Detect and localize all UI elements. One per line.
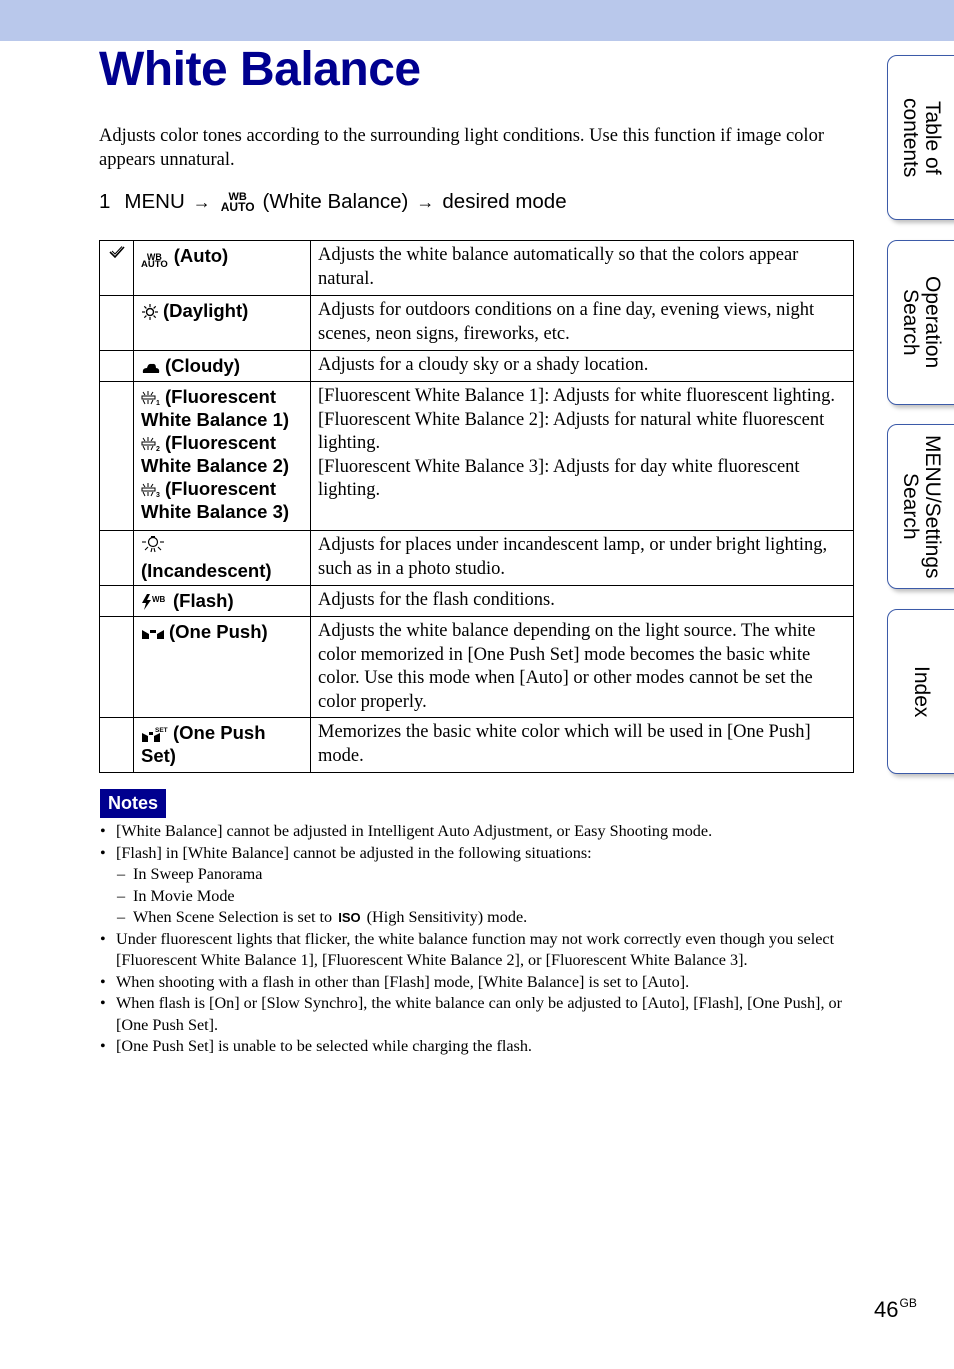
white-balance-label: (White Balance) — [262, 190, 409, 213]
fluorescent-3-icon: 3 — [141, 483, 160, 498]
tab-label: MENU/Settings Search — [899, 434, 944, 579]
note-item: [White Balance] cannot be adjusted in In… — [99, 821, 859, 843]
daylight-icon — [142, 304, 158, 321]
fluorescent-2-icon: 2 — [141, 437, 160, 452]
mode-description: Memorizes the basic white color which wi… — [310, 717, 854, 773]
cloudy-icon — [142, 363, 160, 374]
high-sensitivity-iso-icon: ISO — [338, 910, 361, 925]
mode-name-cell: (Incandescent) — [133, 530, 311, 586]
menu-step: 1 MENU → WB AUTO (White Balance) → desir… — [99, 188, 567, 216]
sub-note-item: In Sweep Panorama — [99, 864, 859, 886]
mode-label: (Flash) — [173, 590, 234, 611]
step-number: 1 — [99, 190, 111, 213]
mode-label: (One Push) — [169, 621, 268, 642]
fluorescent-2-entry: 2 (Fluorescent White Balance 2) — [141, 431, 304, 477]
table-row: WB AUTO (Auto) Adjusts the white balance… — [99, 240, 854, 296]
table-row: (Incandescent) Adjusts for places under … — [99, 530, 854, 586]
tab-label: Operation Search — [899, 276, 944, 369]
mode-name-cell: (Cloudy) — [133, 350, 311, 382]
mode-description: Adjusts the white balance automatically … — [310, 240, 854, 296]
mode-label: (Cloudy) — [165, 355, 241, 376]
mode-label: (Fluorescent White Balance 1) — [141, 386, 290, 430]
table-row: (Daylight) Adjusts for outdoors conditio… — [99, 295, 854, 351]
page-title: White Balance — [99, 43, 421, 96]
mode-name-cell: WB AUTO (Auto) — [133, 240, 311, 296]
arrow-right-icon: → — [192, 192, 211, 212]
table-row: (Cloudy) Adjusts for a cloudy sky or a s… — [99, 350, 854, 382]
mode-description: Adjusts for a cloudy sky or a shady loca… — [310, 350, 854, 382]
svg-text:2: 2 — [156, 446, 160, 452]
fluorescent-3-entry: 3 (Fluorescent White Balance 3) — [141, 477, 304, 523]
white-balance-modes-table: WB AUTO (Auto) Adjusts the white balance… — [99, 240, 854, 773]
tab-label: Index — [910, 665, 933, 718]
svg-text:3: 3 — [156, 492, 160, 498]
wb-auto-icon: WB AUTO — [141, 252, 168, 270]
note-item: [One Push Set] is unable to be selected … — [99, 1036, 859, 1058]
notes-badge: Notes — [100, 789, 166, 818]
note-item: When shooting with a flash in other than… — [99, 972, 859, 994]
mode-name-cell: 1 (Fluorescent White Balance 1) 2 (Fluor… — [133, 381, 311, 531]
tab-index[interactable]: Index — [887, 609, 954, 774]
mode-name-cell: WB (Flash) — [133, 585, 311, 617]
flash-wb-icon: WB — [142, 594, 166, 611]
tab-table-of-contents[interactable]: Table of contents — [887, 55, 954, 220]
tab-label: Table of contents — [899, 97, 944, 178]
tab-menu-settings-search[interactable]: MENU/Settings Search — [887, 424, 954, 589]
table-row: (One Push) Adjusts the white balance dep… — [99, 616, 854, 718]
svg-text:WB: WB — [152, 595, 166, 604]
wb-auto-icon: WB AUTO — [220, 191, 255, 214]
mode-name-cell: (Daylight) — [133, 295, 311, 351]
mode-description: [Fluorescent White Balance 1]: Adjusts f… — [310, 381, 854, 531]
svg-text:SET: SET — [155, 727, 168, 734]
table-row: 1 (Fluorescent White Balance 1) 2 (Fluor… — [99, 381, 854, 531]
mode-label: (Daylight) — [163, 300, 249, 321]
arrow-right-icon: → — [416, 192, 435, 212]
header-band — [0, 0, 954, 41]
fluorescent-1-icon: 1 — [141, 391, 160, 406]
desired-mode-label: desired mode — [442, 190, 567, 213]
mode-label: (Auto) — [173, 245, 229, 266]
mode-label: (Incandescent) — [141, 560, 272, 581]
one-push-icon — [142, 630, 164, 640]
svg-text:1: 1 — [156, 400, 160, 406]
incandescent-icon — [142, 536, 164, 553]
one-push-set-icon: SET — [142, 727, 168, 743]
sub-note-item: In Movie Mode — [99, 886, 859, 908]
mode-description: Adjusts the white balance depending on t… — [310, 616, 854, 718]
note-item: Under fluorescent lights that flicker, t… — [99, 929, 859, 972]
table-row: WB (Flash) Adjusts for the flash conditi… — [99, 585, 854, 617]
intro-text: Adjusts color tones according to the sur… — [99, 126, 824, 170]
menu-label: MENU — [124, 190, 185, 213]
fluorescent-1-entry: 1 (Fluorescent White Balance 1) — [141, 385, 304, 431]
note-item: When flash is [On] or [Slow Synchro], th… — [99, 993, 859, 1036]
tab-operation-search[interactable]: Operation Search — [887, 240, 954, 405]
table-row: SET (One Push Set) Memorizes the basic w… — [99, 717, 854, 773]
page-number: 46GB — [874, 1296, 917, 1322]
mode-description: Adjusts for the flash conditions. — [310, 585, 854, 617]
notes-list: [White Balance] cannot be adjusted in In… — [99, 821, 859, 1058]
mode-label: (Fluorescent White Balance 2) — [141, 432, 290, 476]
mode-name-cell: SET (One Push Set) — [133, 717, 311, 773]
mode-description: Adjusts for outdoors conditions on a fin… — [310, 295, 854, 351]
mode-name-cell: (One Push) — [133, 616, 311, 718]
note-item: [Flash] in [White Balance] cannot be adj… — [99, 843, 859, 865]
sub-note-item: When Scene Selection is set to ISO (High… — [99, 907, 859, 929]
mode-label: (Fluorescent White Balance 3) — [141, 478, 290, 522]
default-check-cell — [99, 240, 134, 296]
checkmark-icon — [108, 246, 125, 259]
mode-description: Adjusts for places under incandescent la… — [310, 530, 854, 586]
